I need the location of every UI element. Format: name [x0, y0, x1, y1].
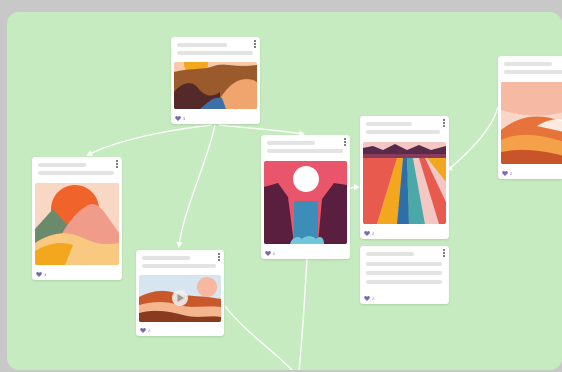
- card-road[interactable]: 2: [360, 116, 449, 239]
- connector-top-to-video[interactable]: [176, 124, 216, 248]
- likes-count: 2: [510, 171, 513, 176]
- text-placeholder-line: [366, 252, 414, 256]
- text-placeholder-line: [366, 130, 440, 134]
- card-right-partial[interactable]: 2: [498, 56, 562, 179]
- heart-icon[interactable]: [36, 272, 42, 277]
- image-orange-dunes[interactable]: [501, 82, 562, 164]
- card-waterfall[interactable]: 2: [261, 135, 350, 259]
- text-placeholder-line: [504, 62, 552, 66]
- likes-count: 2: [148, 328, 151, 333]
- image-colorful-road-to-horizon[interactable]: [363, 142, 446, 224]
- image-waterfall-at-night-with-moon[interactable]: [264, 161, 347, 244]
- connector-video-down[interactable]: [224, 305, 293, 370]
- card-top[interactable]: 3: [171, 37, 260, 124]
- kebab-menu-icon[interactable]: [253, 40, 256, 48]
- likes-row[interactable]: 2: [265, 251, 275, 256]
- text-placeholder-line: [142, 264, 216, 268]
- connector-waterfall-down[interactable]: [298, 257, 308, 370]
- play-icon: [172, 290, 188, 306]
- kebab-menu-icon[interactable]: [442, 119, 445, 127]
- likes-count: 3: [183, 116, 186, 121]
- text-placeholder-line: [366, 262, 442, 266]
- likes-row[interactable]: 2: [140, 328, 150, 333]
- board-canvas[interactable]: 3 3 2 2 2 2 2: [7, 12, 562, 370]
- heart-icon[interactable]: [502, 171, 508, 176]
- connector-top-to-waterfall[interactable]: [218, 124, 305, 137]
- likes-row[interactable]: 3: [36, 272, 46, 277]
- image-mountain-lake-sunset[interactable]: [139, 275, 221, 322]
- kebab-menu-icon[interactable]: [217, 253, 220, 261]
- connector-waterfall-to-road[interactable]: [348, 184, 360, 191]
- heart-icon[interactable]: [364, 231, 370, 236]
- kebab-menu-icon[interactable]: [442, 249, 445, 257]
- likes-count: 2: [372, 296, 375, 301]
- text-placeholder-line: [267, 141, 315, 145]
- card-text[interactable]: 2: [360, 246, 449, 304]
- text-placeholder-line: [366, 280, 442, 284]
- text-placeholder-line: [177, 43, 227, 47]
- text-placeholder-line: [38, 163, 86, 167]
- heart-icon[interactable]: [364, 296, 370, 301]
- image-desert-dunes-with-sun[interactable]: [35, 183, 119, 265]
- card-left[interactable]: 3: [32, 157, 122, 280]
- connector-top-to-left[interactable]: [86, 124, 213, 156]
- likes-row[interactable]: 2: [364, 296, 374, 301]
- text-placeholder-line: [38, 171, 114, 175]
- image-orange-hills-with-sun[interactable]: [174, 62, 257, 109]
- text-placeholder-line: [366, 271, 442, 275]
- kebab-menu-icon[interactable]: [343, 138, 346, 146]
- likes-count: 2: [372, 231, 375, 236]
- text-placeholder-line: [504, 70, 562, 74]
- heart-icon[interactable]: [175, 116, 181, 121]
- text-placeholder-line: [366, 122, 412, 126]
- likes-row[interactable]: 3: [175, 116, 185, 121]
- text-placeholder-line: [142, 256, 190, 260]
- card-video[interactable]: 2: [136, 250, 224, 336]
- text-placeholder-line: [267, 149, 343, 153]
- kebab-menu-icon[interactable]: [115, 160, 118, 168]
- window-frame: 3 3 2 2 2 2 2: [0, 0, 562, 372]
- likes-count: 2: [273, 251, 276, 256]
- connector-right-to-road[interactable]: [446, 106, 499, 172]
- heart-icon[interactable]: [265, 251, 271, 256]
- likes-row[interactable]: 2: [502, 171, 512, 176]
- likes-count: 3: [44, 272, 47, 277]
- text-placeholder-line: [177, 51, 253, 55]
- likes-row[interactable]: 2: [364, 231, 374, 236]
- heart-icon[interactable]: [140, 328, 146, 333]
